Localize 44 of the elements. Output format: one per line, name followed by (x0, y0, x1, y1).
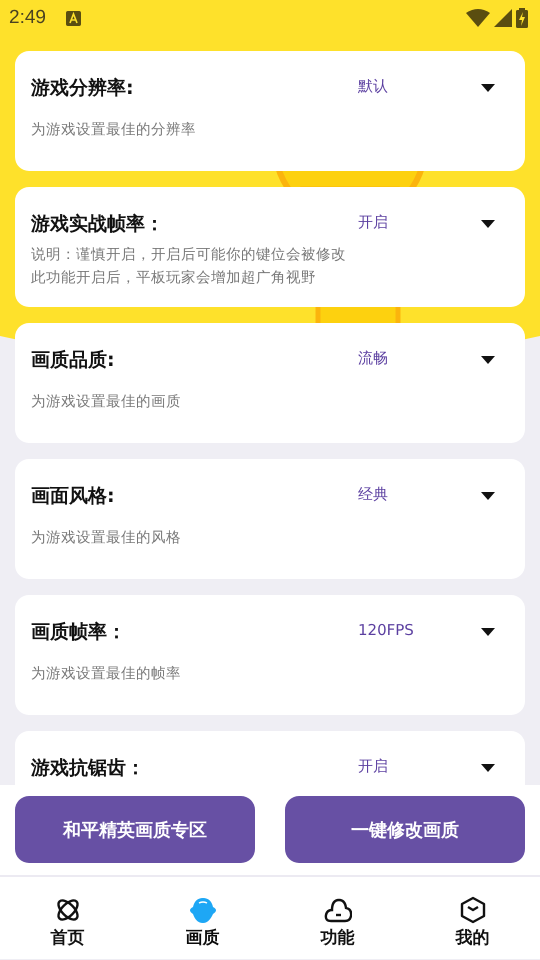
nav-tab[interactable]: 画质 (135, 877, 270, 959)
setting-value: 开启 (358, 212, 389, 232)
setting-value: 120FPS (358, 621, 415, 639)
dropdown-icon[interactable] (481, 356, 495, 364)
setting-value: 开启 (358, 756, 389, 776)
setting-card[interactable]: 游戏实战帧率： 开启 说明：谨慎开启，开启后可能你的键位会被修改 此功能开启后，平板玩家会增加超广角视野 (15, 187, 525, 307)
action-button[interactable]: 一键修改画质 (285, 796, 525, 863)
signal-icon (494, 9, 512, 27)
setting-title: 游戏实战帧率： (31, 212, 165, 237)
setting-value: 经典 (358, 484, 389, 504)
dropdown-icon[interactable] (481, 492, 495, 500)
setting-description: 为游戏设置最佳的分辨率 (31, 120, 197, 140)
setting-title: 画质帧率： (31, 620, 127, 645)
setting-card[interactable]: 画质品质: 流畅 为游戏设置最佳的画质 (15, 323, 525, 443)
battery-icon (516, 8, 528, 28)
setting-card[interactable]: 游戏分辨率: 默认 为游戏设置最佳的分辨率 (15, 51, 525, 171)
setting-description: 说明：谨慎开启，开启后可能你的键位会被修改 (31, 246, 347, 265)
setting-title: 游戏分辨率: (31, 76, 135, 101)
dropdown-icon[interactable] (481, 84, 495, 92)
setting-description: 为游戏设置最佳的帧率 (31, 664, 182, 684)
notification-icon (66, 10, 81, 26)
setting-description: 此功能开启后，平板玩家会增加超广角视野 (31, 268, 317, 288)
setting-card[interactable]: 游戏抗锯齿： 开启 (15, 731, 525, 785)
setting-description: 为游戏设置最佳的画质 (31, 393, 182, 412)
action-button[interactable]: 和平精英画质专区 (15, 796, 255, 863)
setting-value: 默认 (358, 76, 389, 96)
status-time: 2:49 (9, 7, 46, 29)
cloud-icon (324, 896, 352, 924)
setting-value: 流畅 (358, 348, 389, 368)
dropdown-icon[interactable] (481, 764, 495, 772)
setting-title: 游戏抗锯齿： (31, 756, 146, 781)
dropdown-icon[interactable] (481, 628, 495, 636)
nav-tab[interactable]: 我的 (405, 877, 540, 959)
hexagon-icon (458, 896, 486, 924)
nav-tab[interactable]: 首页 (0, 877, 135, 959)
setting-card[interactable]: 画质帧率： 120FPS 为游戏设置最佳的帧率 (15, 595, 525, 715)
setting-card[interactable]: 画面风格: 经典 为游戏设置最佳的风格 (15, 459, 525, 579)
setting-title: 画质品质: (31, 348, 116, 373)
wifi-icon (466, 9, 490, 27)
blob-icon (188, 896, 216, 924)
dropdown-icon[interactable] (481, 220, 495, 228)
setting-title: 画面风格: (31, 484, 116, 509)
setting-description: 为游戏设置最佳的风格 (31, 529, 182, 548)
nav-tab[interactable]: 功能 (270, 877, 405, 959)
